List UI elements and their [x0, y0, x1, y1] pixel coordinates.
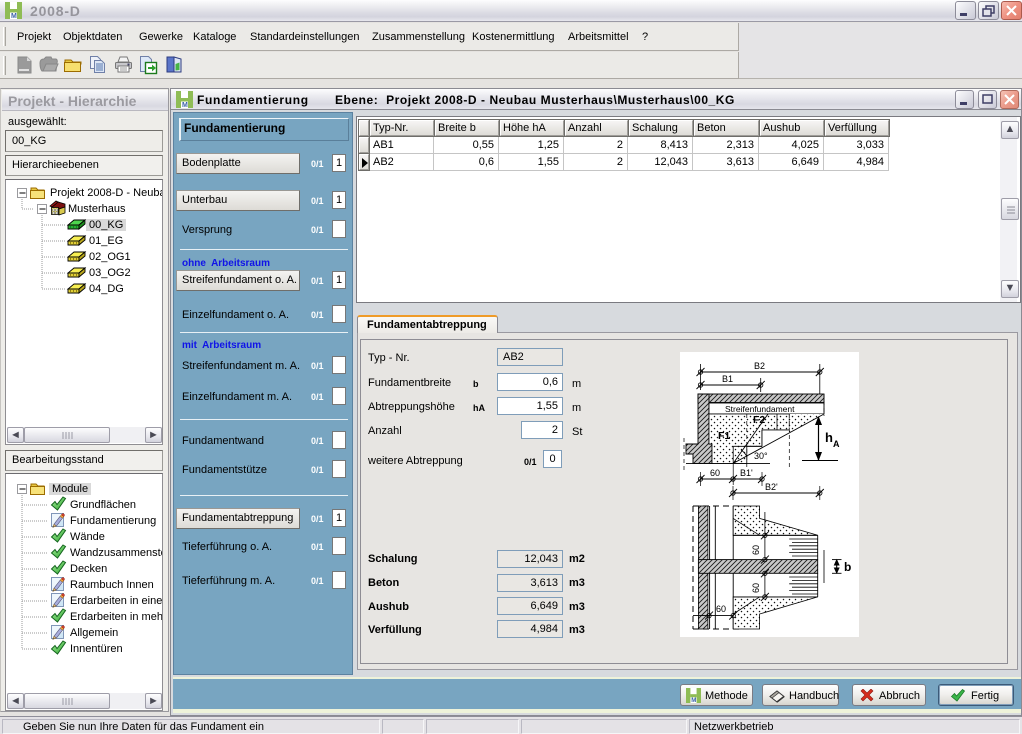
svg-text:60: 60: [716, 604, 726, 614]
svg-text:Streifenfundament: Streifenfundament: [725, 404, 795, 414]
svg-text:F2: F2: [753, 414, 765, 426]
svg-text:B2: B2: [754, 361, 765, 371]
svg-text:M: M: [691, 697, 696, 703]
svg-text:b: b: [844, 560, 851, 574]
svg-text:h: h: [825, 430, 833, 445]
svg-text:B2': B2': [765, 482, 778, 492]
svg-text:30°: 30°: [754, 451, 768, 461]
svg-text:M: M: [11, 13, 17, 19]
svg-text:B1': B1': [740, 468, 753, 478]
svg-text:60: 60: [710, 468, 720, 478]
svg-text:M: M: [182, 102, 188, 108]
svg-text:60: 60: [751, 545, 761, 555]
svg-text:B1: B1: [722, 374, 733, 384]
svg-text:A: A: [833, 439, 840, 449]
svg-text:60: 60: [751, 583, 761, 593]
svg-text:F1: F1: [718, 430, 730, 442]
